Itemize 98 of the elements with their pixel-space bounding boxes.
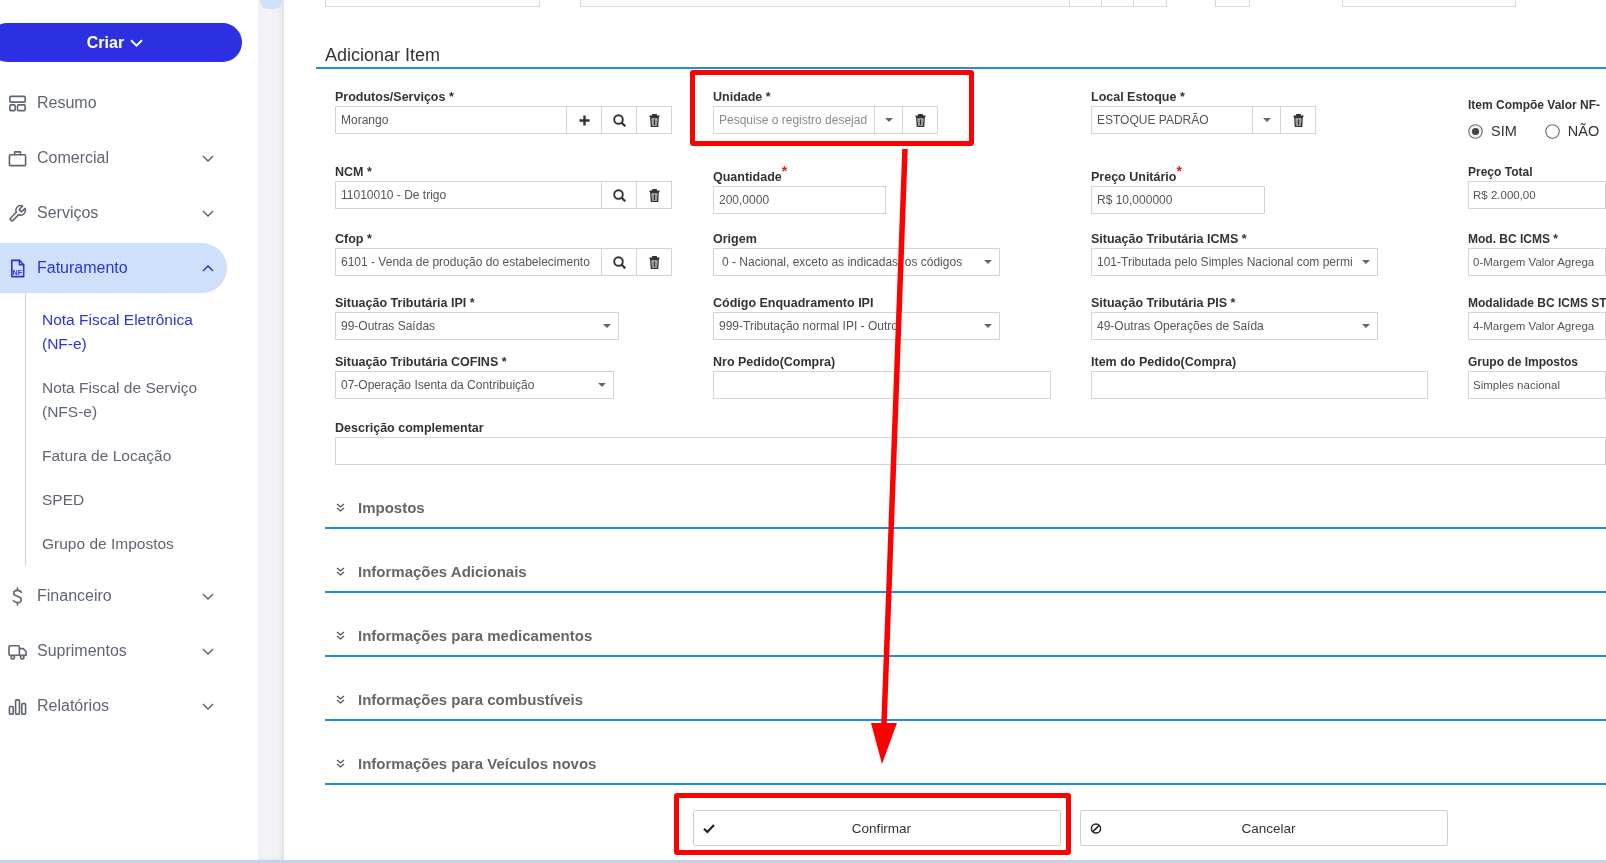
- menu-item[interactable]: Suprimentos: [0, 626, 227, 676]
- search-button[interactable]: [601, 248, 637, 276]
- accordion-header[interactable]: Informações para medicamentos: [325, 593, 1606, 657]
- caret-down-icon: [598, 383, 606, 387]
- field-label: NCM *: [335, 165, 373, 180]
- input-field[interactable]: [1215, 0, 1250, 7]
- collapse-button[interactable]: [260, 0, 282, 9]
- menu-item[interactable]: Resumo: [0, 78, 227, 128]
- menu-item[interactable]: Comercial: [0, 133, 227, 183]
- trash-icon: [648, 255, 660, 269]
- field-label: Nro Pedido(Compra): [713, 355, 837, 370]
- form-title: Adicionar Item: [325, 45, 441, 65]
- chevron-down-icon: [130, 38, 144, 47]
- field-label: Cfop *: [335, 232, 373, 247]
- search-button[interactable]: [601, 106, 637, 134]
- select-field[interactable]: 49-Outras Operações de Saída: [1091, 312, 1378, 340]
- radio-option[interactable]: SIM: [1468, 123, 1517, 139]
- menu-item[interactable]: Financeiro: [0, 571, 227, 621]
- menu-item[interactable]: Serviços: [0, 188, 227, 238]
- field-label: Descrição complementar: [335, 421, 485, 436]
- cancel-button[interactable]: Cancelar: [1080, 810, 1448, 846]
- briefcase-icon: [8, 148, 27, 168]
- input-field[interactable]: 0-Margem Valor Agrega: [1468, 248, 1606, 276]
- input-field[interactable]: Pesquise o registro desejad: [713, 106, 875, 134]
- radio-option[interactable]: NÃO: [1544, 123, 1600, 139]
- field-label: Situação Tributária ICMS *: [1091, 232, 1248, 247]
- input-field[interactable]: Simples nacional: [1468, 371, 1606, 399]
- delete-button[interactable]: [636, 181, 672, 209]
- input-field[interactable]: R$ 2.000,00: [1468, 181, 1606, 209]
- ban-icon: [1090, 822, 1102, 834]
- input-field[interactable]: [335, 437, 1606, 465]
- caret-down-icon: [1362, 260, 1370, 264]
- caret-down-icon: [984, 260, 992, 264]
- create-button[interactable]: Criar: [0, 23, 242, 62]
- field-button[interactable]: [1133, 0, 1167, 7]
- caret-down-icon: [1362, 324, 1370, 328]
- input-field[interactable]: [1342, 0, 1516, 7]
- field-label: Produtos/Serviços *: [335, 90, 455, 105]
- select-field[interactable]: 99-Outras Saídas: [335, 312, 619, 340]
- field-label: Item do Pedido(Compra): [1091, 355, 1238, 370]
- wrench-icon: [8, 203, 27, 223]
- input-field[interactable]: Morango: [335, 106, 567, 134]
- delete-button[interactable]: [636, 248, 672, 276]
- input-field[interactable]: [580, 0, 1070, 7]
- caret-down-icon: [984, 324, 992, 328]
- submenu-item[interactable]: Grupo de Impostos: [26, 522, 220, 566]
- submenu-item[interactable]: SPED: [26, 478, 220, 522]
- input-field[interactable]: [325, 0, 540, 7]
- field-label: Código Enquadramento IPI: [713, 296, 875, 311]
- accordion-header[interactable]: Impostos: [325, 465, 1606, 529]
- submenu-item[interactable]: Nota Fiscal de Serviço (NFS-e): [26, 366, 220, 434]
- search-icon: [612, 188, 626, 202]
- input-field[interactable]: R$ 10,000000: [1091, 186, 1265, 214]
- submenu-item[interactable]: Fatura de Locação: [26, 434, 220, 478]
- input-field[interactable]: 6101 - Venda de produção do estabelecimento: [335, 248, 602, 276]
- check-icon: [703, 822, 715, 834]
- search-icon: [612, 113, 626, 127]
- input-field[interactable]: 11010010 - De trigo: [335, 181, 602, 209]
- field-label: Grupo de Impostos: [1468, 355, 1579, 370]
- delete-button[interactable]: [902, 106, 938, 134]
- bar-chart-icon: [8, 696, 27, 716]
- caret-down-icon: [884, 118, 893, 122]
- layout-icon: [8, 93, 27, 113]
- input-field[interactable]: 200,0000: [713, 186, 886, 214]
- field-label: Situação Tributária COFINS *: [335, 355, 508, 370]
- field-label: Unidade *: [713, 90, 772, 105]
- caret-down-icon: [603, 324, 611, 328]
- accordion-header[interactable]: Informações Adicionais: [325, 529, 1606, 593]
- trash-icon: [648, 188, 660, 202]
- input-field[interactable]: [1091, 371, 1428, 399]
- search-icon: [612, 255, 626, 269]
- trash-icon: [914, 113, 926, 127]
- field-label: Modalidade BC ICMS ST: [1468, 296, 1606, 311]
- input-field[interactable]: ESTOQUE PADRÃO: [1091, 106, 1253, 134]
- field-label: Situação Tributária IPI *: [335, 296, 476, 311]
- input-field[interactable]: [713, 371, 1051, 399]
- accordion-header[interactable]: Informações para combustíveis: [325, 657, 1606, 721]
- delete-button[interactable]: [1280, 106, 1316, 134]
- field-label: Mod. BC ICMS *: [1468, 232, 1559, 247]
- trash-icon: [648, 113, 660, 127]
- menu-item[interactable]: Relatórios: [0, 681, 227, 731]
- trash-icon: [1292, 113, 1304, 127]
- field-label: Item Compõe Valor NF-: [1468, 98, 1602, 113]
- caret-down-icon: [1262, 118, 1271, 122]
- plus-icon: [578, 114, 590, 126]
- confirm-button[interactable]: Confirmar: [693, 810, 1061, 846]
- select-field[interactable]: 0 - Nacional, exceto as indicadas os códigos: [713, 248, 1000, 276]
- select-field[interactable]: 07-Operação Isenta da Contribuição: [335, 371, 614, 399]
- input-field[interactable]: 4-Margem Valor Agrega: [1468, 312, 1606, 340]
- field-label: Local Estoque *: [1091, 90, 1186, 105]
- field-label: Situação Tributária PIS *: [1091, 296, 1237, 311]
- submenu-item[interactable]: Nota Fiscal Eletrônica (NF-e): [26, 298, 220, 366]
- select-field[interactable]: 101-Tributada pelo Simples Nacional com permi: [1091, 248, 1378, 276]
- field-label: Preço Total: [1468, 165, 1534, 180]
- delete-button[interactable]: [636, 106, 672, 134]
- add-button[interactable]: [566, 106, 602, 134]
- search-button[interactable]: [601, 181, 637, 209]
- field-label: Origem: [713, 232, 758, 247]
